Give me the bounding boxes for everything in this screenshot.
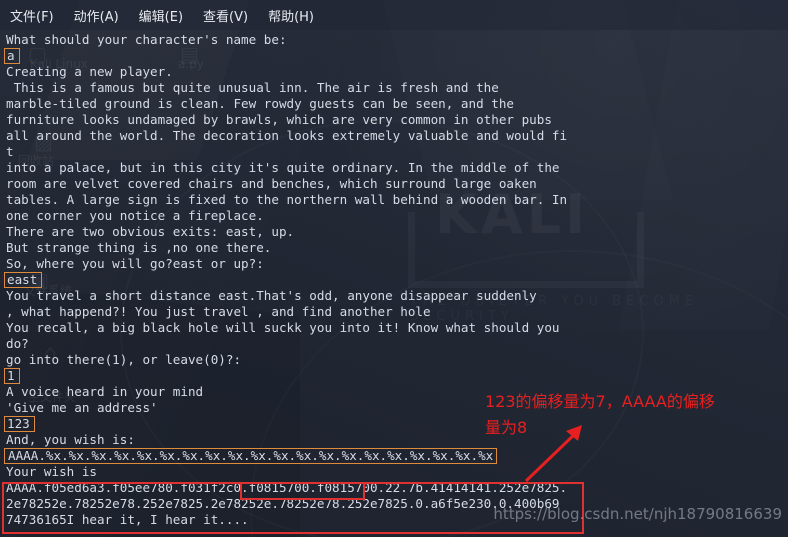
- terminal-line: Creating a new player.: [6, 64, 173, 79]
- user-input-echo[interactable]: east: [4, 272, 43, 288]
- terminal-line: You travel a short distance east.That's …: [6, 288, 537, 303]
- format-string-payload: AAAA.%x.%x.%x.%x.%x.%x.%x.%x.%x.%x.%x.%x…: [4, 448, 498, 464]
- terminal-line: room are velvet covered chairs and bench…: [6, 176, 537, 191]
- terminal-line: marble-tiled ground is clean. Few rowdy …: [6, 96, 514, 111]
- annotation-text: 123的偏移量为7，AAAA的偏移 量为8: [485, 392, 715, 437]
- menu-item-action[interactable]: 动作(A): [74, 6, 119, 25]
- terminal-line: a: [0, 48, 788, 64]
- terminal-line: What should your character's name be:: [6, 32, 287, 47]
- terminal-line: east: [0, 272, 788, 288]
- terminal-line: AAAA.%x.%x.%x.%x.%x.%x.%x.%x.%x.%x.%x.%x…: [0, 448, 788, 464]
- user-input-echo[interactable]: a: [4, 48, 20, 64]
- terminal-line: 1: [0, 368, 788, 384]
- menu-item-view[interactable]: 查看(V): [203, 6, 248, 25]
- terminal-line: one corner you notice a fireplace.: [6, 208, 264, 223]
- terminal-line: t: [6, 144, 14, 159]
- menu-item-help[interactable]: 帮助(H): [268, 6, 314, 25]
- terminal-line: all around the world. The decoration loo…: [6, 128, 568, 143]
- menu-bar: 文件(F) 动作(A) 编辑(E) 查看(V) 帮助(H): [0, 0, 788, 30]
- menu-item-edit[interactable]: 编辑(E): [139, 6, 183, 25]
- csdn-blog-watermark: https://blog.csdn.net/njh18790816639: [493, 505, 782, 523]
- terminal-line: furniture looks undamaged by brawls, whi…: [6, 112, 552, 127]
- terminal-line: So, where you will go?east or up?:: [6, 256, 264, 271]
- terminal-line: do?: [6, 336, 29, 351]
- terminal-output[interactable]: What should your character's name be: a Cr…: [0, 32, 788, 537]
- terminal-line: You recall, a big black hole will suckk …: [6, 320, 560, 335]
- terminal-line: tables. A large sign is fixed to the nor…: [6, 192, 568, 207]
- user-input-echo[interactable]: 123: [4, 416, 35, 432]
- user-input-echo[interactable]: 1: [4, 368, 20, 384]
- terminal-line: But strange thing is ,no one there.: [6, 240, 272, 255]
- terminal-hex-output-line: AAAA.f05ed6a3.f05ee780.f031f2c0.f0815700…: [6, 480, 568, 495]
- terminal-line: This is a famous but quite unusual inn. …: [6, 80, 499, 95]
- terminal-line: , what happend?! You just travel , and f…: [6, 304, 431, 319]
- terminal-window: KALI THE QUIETER YOU BECOME SECURITY ▢ K…: [0, 0, 788, 537]
- menu-item-file[interactable]: 文件(F): [10, 6, 54, 25]
- terminal-line: into a palace, but in this city it's qui…: [6, 160, 560, 175]
- terminal-line: go into there(1), or leave(0)?:: [6, 352, 242, 367]
- terminal-line: There are two obvious exits: east, up.: [6, 224, 295, 239]
- terminal-line: Your wish is: [6, 464, 97, 479]
